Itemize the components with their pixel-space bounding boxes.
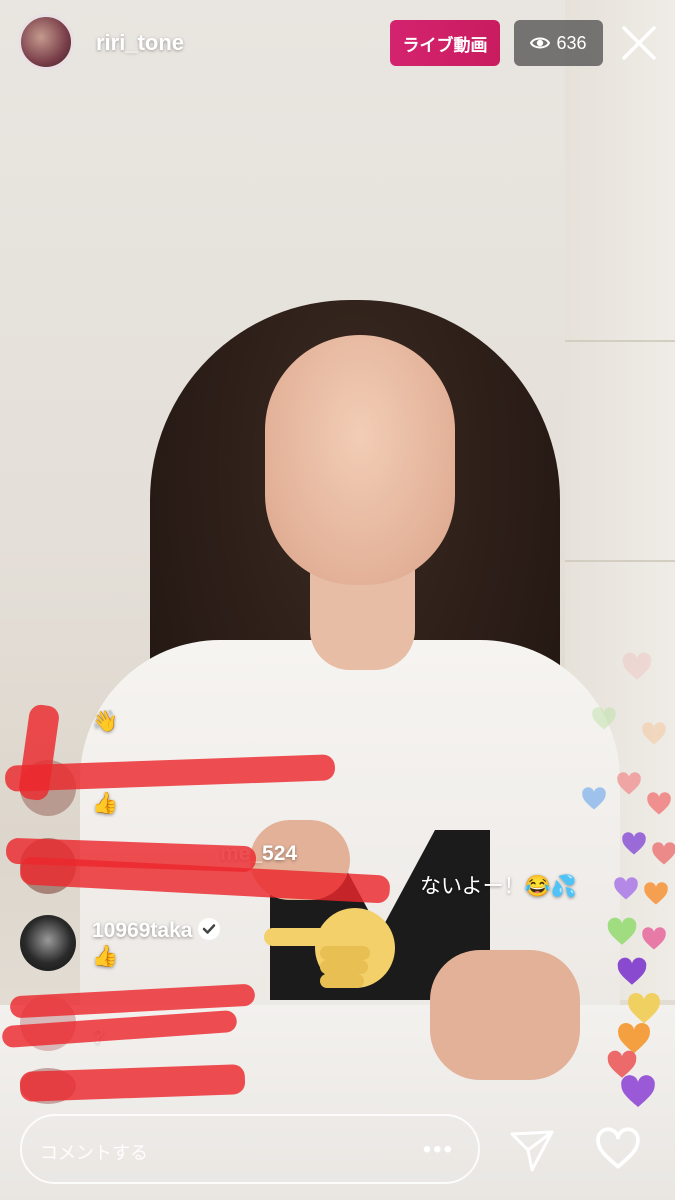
wall-seam xyxy=(565,560,675,562)
pointing-hand-icon xyxy=(264,908,395,988)
comment-input[interactable]: コメントする ••• xyxy=(20,1114,480,1184)
comment-placeholder: コメントする xyxy=(40,1143,148,1163)
top-bar: riri_tone ライブ動画 636 xyxy=(0,0,675,90)
floating-heart-icon xyxy=(644,882,668,905)
floating-heart-icon xyxy=(617,957,647,985)
comment-text: 👍 xyxy=(92,792,119,815)
close-icon[interactable] xyxy=(618,22,660,64)
streamer-face xyxy=(265,335,455,585)
viewer-count-pill[interactable]: 636 xyxy=(514,20,603,66)
broadcaster-username[interactable]: riri_tone xyxy=(96,30,184,56)
commenter-avatar xyxy=(20,915,76,971)
comment-text: 👋 xyxy=(92,710,119,733)
comment-text: ないよー！😂💦 xyxy=(420,875,577,898)
viewer-count: 636 xyxy=(556,32,587,53)
wall-seam xyxy=(565,340,675,342)
floating-heart-icon xyxy=(647,792,671,815)
comment-username-text: 10969taka xyxy=(92,919,193,942)
live-badge: ライブ動画 xyxy=(390,20,500,66)
floating-heart-icon xyxy=(607,917,637,945)
send-icon[interactable] xyxy=(506,1124,558,1176)
eye-icon xyxy=(530,37,551,49)
floating-heart-icon xyxy=(592,707,616,730)
live-video-screen: riri_tone ライブ動画 636 👋 👍 me_524 ないよー！😂💦 1… xyxy=(0,0,675,1200)
streamer-hand xyxy=(430,950,580,1080)
floating-heart-icon xyxy=(621,1075,655,1107)
floating-heart-icon xyxy=(614,877,638,900)
comment-text: 👍 xyxy=(92,945,119,968)
floating-heart-icon xyxy=(582,787,606,810)
comment-username: 10969taka xyxy=(92,918,221,943)
floating-heart-icon xyxy=(642,927,666,950)
floating-heart-icon xyxy=(617,772,641,795)
heart-icon[interactable] xyxy=(593,1124,643,1174)
broadcaster-avatar[interactable] xyxy=(18,14,74,70)
more-options-button[interactable]: ••• xyxy=(423,1136,454,1164)
floating-heart-icon xyxy=(652,842,675,865)
floating-heart-icon xyxy=(622,652,652,680)
verified-badge-icon xyxy=(198,918,221,940)
floating-heart-icon xyxy=(622,832,646,855)
floating-heart-icon xyxy=(642,722,666,745)
